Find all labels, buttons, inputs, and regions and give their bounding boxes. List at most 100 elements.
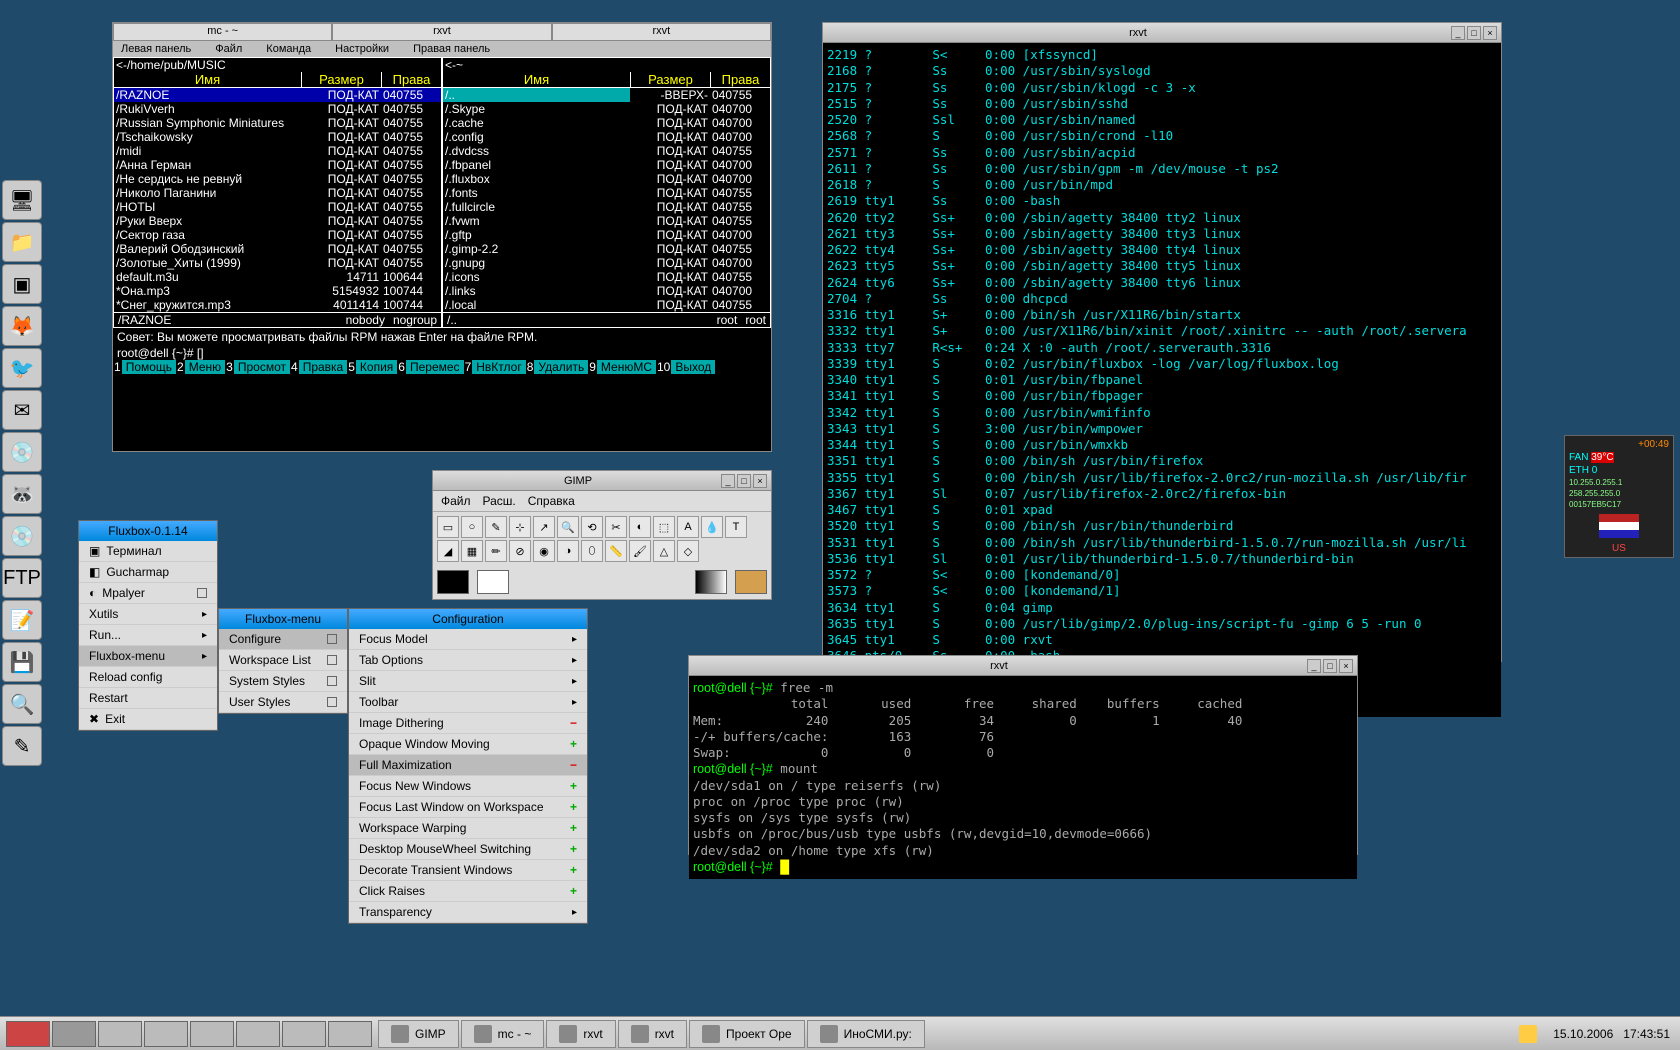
tool-button[interactable]: ○: [461, 516, 483, 538]
mc-fkeys[interactable]: 1Помощь2Меню3Просмот4Правка5Копия6Переме…: [113, 360, 771, 374]
file-row[interactable]: /RukiVverhПОД-КАТ040755: [114, 102, 441, 116]
tool-button[interactable]: △: [653, 540, 675, 562]
menu-item[interactable]: Restart: [79, 688, 217, 709]
tool-button[interactable]: ↗: [533, 516, 555, 538]
menu-item[interactable]: Configure: [219, 629, 347, 650]
file-row[interactable]: /Валерий ОбодзинскийПОД-КАТ040755: [114, 242, 441, 256]
tool-button[interactable]: ✂: [605, 516, 627, 538]
workspace-6[interactable]: [236, 1021, 280, 1047]
minimize-icon[interactable]: _: [1307, 659, 1321, 673]
tool-button[interactable]: ⬯: [581, 540, 603, 562]
workspace-5[interactable]: [190, 1021, 234, 1047]
file-row[interactable]: /.iconsПОД-КАТ040755: [443, 270, 770, 284]
menu-item[interactable]: Левая панель: [121, 43, 191, 55]
tool-button[interactable]: ⊹: [509, 516, 531, 538]
menu-item[interactable]: Правая панель: [413, 43, 490, 55]
gimp-toolbox[interactable]: ▭○✎⊹↗🔍⟲✂◐⬚A💧T◢▦✏⊘◉◑⬯📏🖌△◇: [433, 512, 771, 566]
menu-item[interactable]: Workspace Warping+: [349, 818, 587, 839]
file-row[interactable]: default.m3u14711100644: [114, 270, 441, 284]
fkey[interactable]: 5Копия: [347, 360, 397, 374]
terminal-output[interactable]: 2219 ? S< 0:00 [xfssyncd] 2168 ? Ss 0:00…: [823, 43, 1501, 717]
file-row[interactable]: /TschaikowskyПОД-КАТ040755: [114, 130, 441, 144]
menu-item[interactable]: Opaque Window Moving+: [349, 734, 587, 755]
mc-right-panel[interactable]: <-~ ИмяРазмерПрава /..-ВВЕРХ-040755/.Sky…: [442, 57, 771, 328]
tab[interactable]: rxvt: [332, 23, 551, 41]
fg-color-swatch[interactable]: [437, 570, 469, 594]
tool-button[interactable]: ✏: [485, 540, 507, 562]
menu-item[interactable]: Image Dithering−: [349, 713, 587, 734]
menu-item[interactable]: ✖Exit: [79, 709, 217, 730]
taskbar-item[interactable]: ИноСМИ.ру:: [807, 1020, 925, 1048]
taskbar-item[interactable]: Проект Оре: [689, 1020, 805, 1048]
tool-button[interactable]: ◇: [677, 540, 699, 562]
menu-item[interactable]: Расш.: [483, 494, 516, 508]
dock-launcher[interactable]: 💿: [2, 516, 42, 556]
menu-item[interactable]: Файл: [215, 43, 242, 55]
taskbar-item[interactable]: rxvt: [546, 1020, 615, 1048]
dock-launcher[interactable]: 🔍: [2, 684, 42, 724]
workspace-3[interactable]: [98, 1021, 142, 1047]
file-row[interactable]: *Она.mp35154932100744: [114, 284, 441, 298]
tool-button[interactable]: ◐: [629, 516, 651, 538]
dock-launcher[interactable]: 🐦: [2, 348, 42, 388]
file-row[interactable]: /Николо ПаганиниПОД-КАТ040755: [114, 186, 441, 200]
menu-item[interactable]: Click Raises+: [349, 881, 587, 902]
file-row[interactable]: /.gnupgПОД-КАТ040700: [443, 256, 770, 270]
file-row[interactable]: /Russian Symphonic MiniaturesПОД-КАТ0407…: [114, 116, 441, 130]
workspace-8[interactable]: [328, 1021, 372, 1047]
tool-button[interactable]: 🖌: [629, 540, 651, 562]
file-row[interactable]: /midiПОД-КАТ040755: [114, 144, 441, 158]
dock-launcher[interactable]: FTP: [2, 558, 42, 598]
dock-launcher[interactable]: 📝: [2, 600, 42, 640]
close-icon[interactable]: ×: [1339, 659, 1353, 673]
gimp-menubar[interactable]: ФайлРасш.Справка: [433, 491, 771, 512]
file-row[interactable]: /Анна ГерманПОД-КАТ040755: [114, 158, 441, 172]
taskbar-item[interactable]: GIMP: [378, 1020, 459, 1048]
tool-button[interactable]: ⟲: [581, 516, 603, 538]
file-row[interactable]: /НОТЫПОД-КАТ040755: [114, 200, 441, 214]
fkey[interactable]: 9МенюMC: [588, 360, 656, 374]
dock-launcher[interactable]: ✎: [2, 726, 42, 766]
file-row[interactable]: /Сектор газаПОД-КАТ040755: [114, 228, 441, 242]
gradient-swatch[interactable]: [695, 570, 727, 594]
tool-button[interactable]: ◑: [557, 540, 579, 562]
menu-item[interactable]: Focus Model▸: [349, 629, 587, 650]
fkey[interactable]: 8Удалить: [526, 360, 589, 374]
fkey[interactable]: 3Просмот: [225, 360, 290, 374]
file-row[interactable]: /..-ВВЕРХ-040755: [443, 88, 770, 102]
mc-prompt[interactable]: root@dell {~}# []: [113, 346, 771, 360]
dock-launcher[interactable]: ▣: [2, 264, 42, 304]
dock-launcher[interactable]: ✉: [2, 390, 42, 430]
tool-button[interactable]: A: [677, 516, 699, 538]
fluxbox-config-menu[interactable]: Configuration Focus Model▸Tab Options▸Sl…: [348, 608, 588, 924]
workspace-pager[interactable]: [0, 1019, 378, 1049]
file-row[interactable]: /.SkypeПОД-КАТ040700: [443, 102, 770, 116]
tool-button[interactable]: ▦: [461, 540, 483, 562]
note-icon[interactable]: [1519, 1025, 1537, 1043]
menu-item[interactable]: Xutils▸: [79, 604, 217, 625]
file-row[interactable]: /.gftpПОД-КАТ040700: [443, 228, 770, 242]
close-icon[interactable]: ×: [1483, 26, 1497, 40]
mc-menubar[interactable]: Левая панельФайлКомандаНастройкиПравая п…: [113, 41, 771, 57]
menu-item[interactable]: System Styles: [219, 671, 347, 692]
tool-button[interactable]: ⬚: [653, 516, 675, 538]
dock-launcher[interactable]: 💿: [2, 432, 42, 472]
menu-item[interactable]: Reload config: [79, 667, 217, 688]
menu-item[interactable]: Tab Options▸: [349, 650, 587, 671]
menu-item[interactable]: Transparency▸: [349, 902, 587, 923]
tool-button[interactable]: ⊘: [509, 540, 531, 562]
workspace-7[interactable]: [282, 1021, 326, 1047]
menu-item[interactable]: ◧Gucharmap: [79, 562, 217, 583]
tool-button[interactable]: ◉: [533, 540, 555, 562]
fkey[interactable]: 4Правка: [290, 360, 347, 374]
mc-left-panel[interactable]: <-/home/pub/MUSIC ИмяРазмерПрава /RAZNOE…: [113, 57, 442, 328]
fkey[interactable]: 7НвКтлог: [464, 360, 526, 374]
dock-launcher[interactable]: 🦊: [2, 306, 42, 346]
file-row[interactable]: /Золотые_Хиты (1999)ПОД-КАТ040755: [114, 256, 441, 270]
tool-button[interactable]: ✎: [485, 516, 507, 538]
fluxbox-submenu[interactable]: Fluxbox-menu ConfigureWorkspace ListSyst…: [218, 608, 348, 714]
menu-item[interactable]: Toolbar▸: [349, 692, 587, 713]
menu-item[interactable]: Focus New Windows+: [349, 776, 587, 797]
menu-item[interactable]: User Styles: [219, 692, 347, 713]
file-row[interactable]: /.fluxboxПОД-КАТ040700: [443, 172, 770, 186]
